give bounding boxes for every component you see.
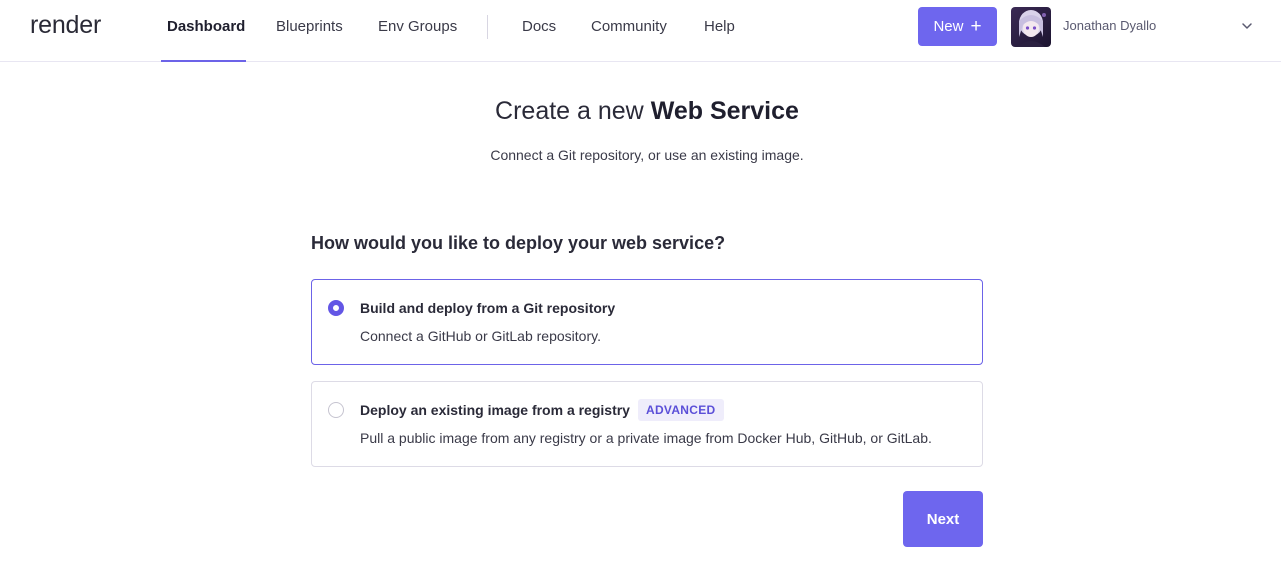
nav-blueprints[interactable]: Blueprints: [276, 0, 343, 62]
page-title: Create a new Web Service: [0, 97, 1281, 126]
top-navigation-bar: render Dashboard Blueprints Env Groups D…: [0, 0, 1281, 62]
render-logo[interactable]: render: [30, 11, 101, 40]
nav-docs[interactable]: Docs: [522, 0, 556, 62]
option-title: Build and deploy from a Git repository: [360, 300, 616, 316]
page-title-prefix: Create a new: [495, 97, 644, 125]
nav-community[interactable]: Community: [591, 0, 667, 62]
option-git-repository[interactable]: Build and deploy from a Git repository C…: [311, 279, 983, 365]
option-existing-image[interactable]: Deploy an existing image from a registry…: [311, 381, 983, 467]
nav-dashboard[interactable]: Dashboard: [161, 0, 246, 62]
avatar[interactable]: [1011, 7, 1051, 47]
radio-git-repository[interactable]: [328, 300, 344, 316]
avatar-image: [1011, 7, 1051, 47]
next-button[interactable]: Next: [903, 491, 983, 547]
nav-env-groups[interactable]: Env Groups: [378, 0, 457, 62]
option-title: Deploy an existing image from a registry: [360, 402, 630, 418]
page-subtitle: Connect a Git repository, or use an exis…: [490, 147, 804, 163]
deploy-question: How would you like to deploy your web se…: [311, 233, 726, 253]
new-button[interactable]: New +: [918, 7, 997, 46]
option-description: Connect a GitHub or GitLab repository.: [360, 328, 601, 344]
new-button-label: New: [933, 18, 964, 35]
nav-help[interactable]: Help: [704, 0, 735, 62]
radio-existing-image[interactable]: [328, 402, 344, 418]
chevron-down-icon[interactable]: [1240, 19, 1254, 33]
page-title-emphasis: Web Service: [650, 97, 799, 125]
option-description: Pull a public image from any registry or…: [360, 430, 932, 446]
plus-icon: +: [970, 16, 982, 37]
nav-divider: [487, 15, 488, 39]
advanced-badge: ADVANCED: [638, 399, 724, 421]
user-name[interactable]: Jonathan Dyallo: [1063, 18, 1156, 33]
